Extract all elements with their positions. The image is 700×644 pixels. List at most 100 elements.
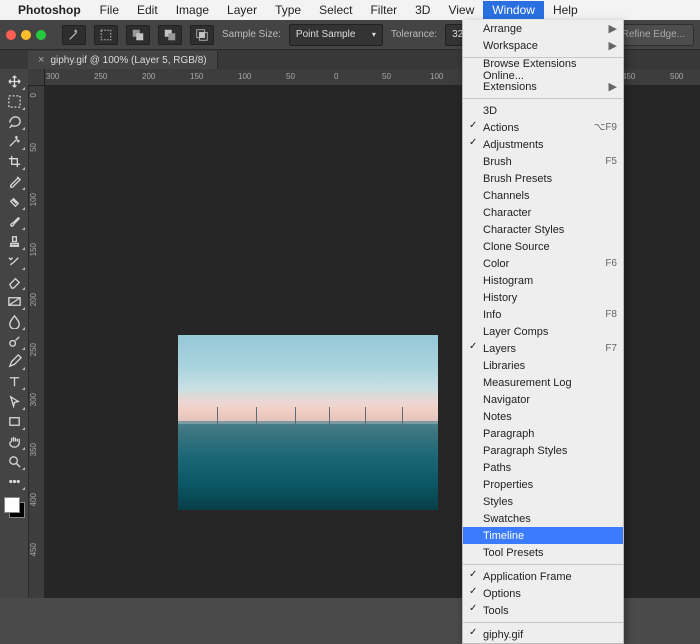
checkmark-icon: ✓	[469, 586, 477, 597]
menu-item-extensions[interactable]: Extensions▶	[463, 78, 623, 95]
menu-type[interactable]: Type	[266, 1, 310, 19]
app-name[interactable]: Photoshop	[18, 3, 81, 17]
menu-item-notes[interactable]: Notes	[463, 408, 623, 425]
menu-item-tools[interactable]: ✓Tools	[463, 602, 623, 619]
menu-item-workspace[interactable]: Workspace▶	[463, 37, 623, 54]
menu-item-label: 3D	[483, 105, 497, 117]
sample-size-select[interactable]: Point Sample▾	[289, 24, 383, 46]
chevron-down-icon: ▾	[372, 30, 376, 39]
menu-item-clone-source[interactable]: Clone Source	[463, 238, 623, 255]
menu-item-paragraph-styles[interactable]: Paragraph Styles	[463, 442, 623, 459]
tool-hand[interactable]	[2, 431, 26, 451]
menu-item-tool-presets[interactable]: Tool Presets	[463, 544, 623, 561]
menu-item-paths[interactable]: Paths	[463, 459, 623, 476]
tool-crop[interactable]	[2, 151, 26, 171]
menu-item-3d[interactable]: 3D	[463, 102, 623, 119]
menu-item-layers[interactable]: ✓LayersF7	[463, 340, 623, 357]
ruler-vertical[interactable]: 050100150200250300350400450	[28, 85, 45, 598]
tool-lasso[interactable]	[2, 111, 26, 131]
menu-item-browse-extensions-online[interactable]: Browse Extensions Online...	[463, 61, 623, 78]
menu-item-properties[interactable]: Properties	[463, 476, 623, 493]
menu-filter[interactable]: Filter	[361, 1, 406, 19]
document-tab[interactable]: × giphy.gif @ 100% (Layer 5, RGB/8)	[28, 51, 218, 69]
tool-gradient[interactable]	[2, 291, 26, 311]
menu-image[interactable]: Image	[167, 1, 218, 19]
menu-item-history[interactable]: History	[463, 289, 623, 306]
tool-pen[interactable]	[2, 351, 26, 371]
tool-rectangle[interactable]	[2, 411, 26, 431]
menu-item-timeline[interactable]: Timeline	[463, 527, 623, 544]
menu-shortcut: F7	[605, 343, 617, 354]
menu-item-brush[interactable]: BrushF5	[463, 153, 623, 170]
close-tab-icon[interactable]: ×	[38, 54, 44, 66]
menu-select[interactable]: Select	[310, 1, 361, 19]
menu-item-application-frame[interactable]: ✓Application Frame	[463, 568, 623, 585]
foreground-color-swatch[interactable]	[4, 497, 20, 513]
menu-item-label: giphy.gif	[483, 629, 523, 641]
menu-item-character[interactable]: Character	[463, 204, 623, 221]
menu-file[interactable]: File	[91, 1, 128, 19]
minimize-window-icon[interactable]	[21, 30, 31, 40]
sample-size-label: Sample Size:	[222, 29, 281, 40]
menu-item-libraries[interactable]: Libraries	[463, 357, 623, 374]
menu-item-brush-presets[interactable]: Brush Presets	[463, 170, 623, 187]
tool-blur[interactable]	[2, 311, 26, 331]
menu-item-character-styles[interactable]: Character Styles	[463, 221, 623, 238]
tool-zoom[interactable]	[2, 451, 26, 471]
menu-item-paragraph[interactable]: Paragraph	[463, 425, 623, 442]
tool-brush[interactable]	[2, 211, 26, 231]
tool-stamp[interactable]	[2, 231, 26, 251]
menu-layer[interactable]: Layer	[218, 1, 266, 19]
tool-eyedropper[interactable]	[2, 171, 26, 191]
tool-marquee[interactable]	[2, 91, 26, 111]
menu-item-label: Channels	[483, 190, 529, 202]
menu-item-label: Paragraph	[483, 428, 534, 440]
tool-more[interactable]	[2, 471, 26, 491]
zoom-window-icon[interactable]	[36, 30, 46, 40]
foreground-background-colors[interactable]	[2, 495, 26, 519]
menu-3d[interactable]: 3D	[406, 1, 439, 19]
menu-item-histogram[interactable]: Histogram	[463, 272, 623, 289]
menu-item-giphy-gif[interactable]: ✓giphy.gif	[463, 626, 623, 643]
refine-edge-button[interactable]: Refine Edge...	[613, 24, 694, 46]
menu-item-arrange[interactable]: Arrange▶	[463, 20, 623, 37]
move-icon	[7, 74, 22, 89]
menu-separator	[463, 564, 623, 565]
tool-heal[interactable]	[2, 191, 26, 211]
selection-subtract-button[interactable]	[158, 25, 182, 45]
type-icon	[7, 374, 22, 389]
selection-intersect-button[interactable]	[190, 25, 214, 45]
menu-item-adjustments[interactable]: ✓Adjustments	[463, 136, 623, 153]
menu-help[interactable]: Help	[544, 1, 587, 19]
menu-edit[interactable]: Edit	[128, 1, 167, 19]
selection-new-button[interactable]	[94, 25, 118, 45]
close-window-icon[interactable]	[6, 30, 16, 40]
menu-item-label: Adjustments	[483, 139, 544, 151]
menu-item-label: Character Styles	[483, 224, 564, 236]
menu-item-navigator[interactable]: Navigator	[463, 391, 623, 408]
tool-type[interactable]	[2, 371, 26, 391]
menu-item-options[interactable]: ✓Options	[463, 585, 623, 602]
tool-preset-picker[interactable]	[62, 25, 86, 45]
tool-wand[interactable]	[2, 131, 26, 151]
selection-add-button[interactable]	[126, 25, 150, 45]
menu-item-swatches[interactable]: Swatches	[463, 510, 623, 527]
tool-path-select[interactable]	[2, 391, 26, 411]
tool-move[interactable]	[2, 71, 26, 91]
tool-dodge[interactable]	[2, 331, 26, 351]
menu-view[interactable]: View	[439, 1, 483, 19]
menu-item-label: Application Frame	[483, 571, 572, 583]
heal-icon	[7, 194, 22, 209]
tool-eraser[interactable]	[2, 271, 26, 291]
menu-item-channels[interactable]: Channels	[463, 187, 623, 204]
tool-history-brush[interactable]	[2, 251, 26, 271]
menu-item-actions[interactable]: ✓Actions⌥F9	[463, 119, 623, 136]
menu-item-measurement-log[interactable]: Measurement Log	[463, 374, 623, 391]
menu-window[interactable]: Window	[483, 1, 544, 19]
menu-item-layer-comps[interactable]: Layer Comps	[463, 323, 623, 340]
menu-item-info[interactable]: InfoF8	[463, 306, 623, 323]
document-image	[178, 335, 438, 510]
menu-item-color[interactable]: ColorF6	[463, 255, 623, 272]
zoom-icon	[7, 454, 22, 469]
menu-item-styles[interactable]: Styles	[463, 493, 623, 510]
